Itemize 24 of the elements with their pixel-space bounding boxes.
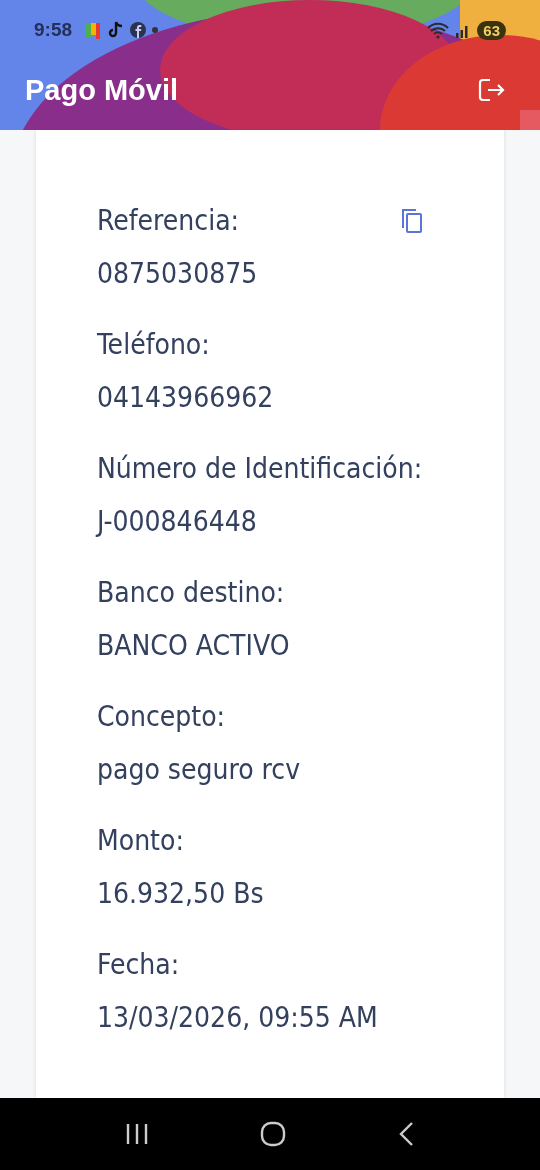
field-value: 16.932,50 Bs xyxy=(97,876,265,912)
field-value: pago seguro rcv xyxy=(97,752,302,788)
facebook-icon xyxy=(130,22,147,38)
home-icon[interactable] xyxy=(260,1121,286,1147)
wifi-icon xyxy=(427,21,450,39)
field-value: 04143966962 xyxy=(97,380,275,416)
field-value: J-000846448 xyxy=(97,504,258,540)
notification-dot-icon xyxy=(152,27,159,33)
recent-apps-icon[interactable] xyxy=(125,1123,150,1145)
field-label: Referencia: xyxy=(97,203,240,239)
app-title: Pago Móvil xyxy=(25,73,179,107)
copy-icon[interactable] xyxy=(400,208,424,234)
field-value: 13/03/2026, 09:55 AM xyxy=(97,1000,379,1036)
field-value: BANCO ACTIVO xyxy=(97,628,291,664)
field-label: Número de Identificación: xyxy=(97,451,423,487)
field-label: Teléfono: xyxy=(97,327,210,363)
field-label: Fecha: xyxy=(97,947,180,983)
field-label: Banco destino: xyxy=(97,575,285,611)
app-notification-icon xyxy=(84,21,103,39)
tiktok-icon xyxy=(108,21,125,39)
field-label: Concepto: xyxy=(97,699,226,735)
status-time: 9:58 xyxy=(34,19,73,41)
field-value: 0875030875 xyxy=(97,256,259,292)
field-label: Monto: xyxy=(97,823,184,859)
